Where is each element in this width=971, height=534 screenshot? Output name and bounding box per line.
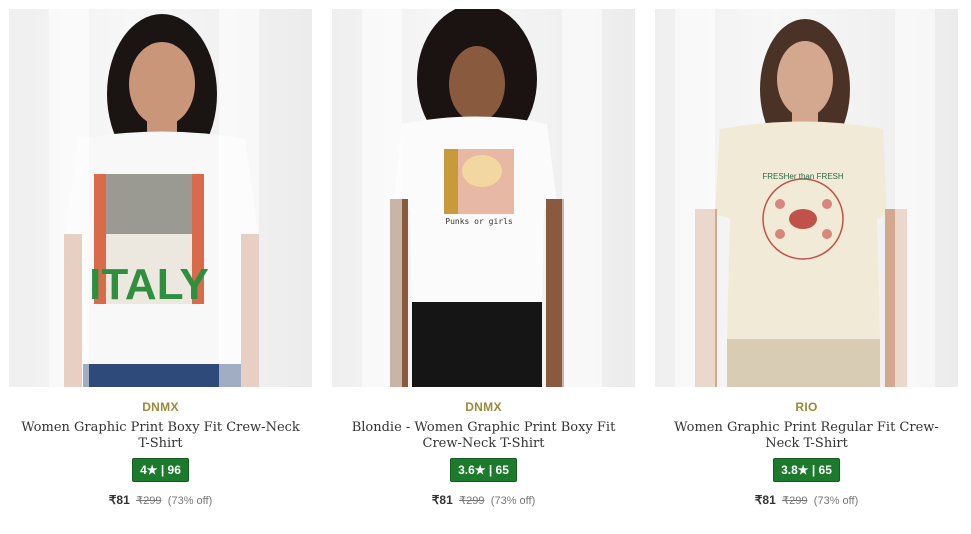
- product-card[interactable]: ITALY DNMX Women Graphic Print Boxy Fit …: [9, 9, 312, 507]
- product-title[interactable]: Women Graphic Print Boxy Fit Crew-Neck T…: [9, 420, 312, 452]
- product-card[interactable]: Punks or girls DNMX Blondie - Women Grap…: [332, 9, 635, 507]
- rating-badge: 4★ | 96: [132, 458, 189, 482]
- background-light: [219, 9, 259, 387]
- rating-badge: 3.6★ | 65: [450, 458, 517, 482]
- brand-name[interactable]: DNMX: [9, 400, 312, 414]
- product-title[interactable]: Blondie - Women Graphic Print Boxy Fit C…: [332, 420, 635, 452]
- product-title[interactable]: Women Graphic Print Regular Fit Crew-Nec…: [655, 420, 958, 452]
- original-price: ₹299: [459, 495, 485, 507]
- price-row: ₹81 ₹299 (73% off): [332, 493, 635, 507]
- discount: (73% off): [167, 495, 213, 507]
- price-row: ₹81 ₹299 (73% off): [9, 493, 312, 507]
- product-image[interactable]: Punks or girls: [332, 9, 635, 387]
- print-text: Punks or girls: [445, 217, 513, 226]
- discount: (73% off): [813, 495, 859, 507]
- rating-badge: 3.8★ | 65: [773, 458, 840, 482]
- sale-price: ₹81: [108, 493, 130, 507]
- sale-price: ₹81: [754, 493, 776, 507]
- original-price: ₹299: [782, 495, 808, 507]
- original-price: ₹299: [136, 495, 162, 507]
- background-light: [675, 9, 715, 387]
- background-light: [895, 9, 935, 387]
- product-image[interactable]: FRESHer than FRESH: [655, 9, 958, 387]
- background-light: [362, 9, 402, 387]
- product-image[interactable]: ITALY: [9, 9, 312, 387]
- brand-name[interactable]: DNMX: [332, 400, 635, 414]
- sale-price: ₹81: [431, 493, 453, 507]
- product-card[interactable]: FRESHer than FRESH RIO Women Graphic Pri…: [655, 9, 958, 507]
- discount: (73% off): [490, 495, 536, 507]
- brand-name[interactable]: RIO: [655, 400, 958, 414]
- print-text: ITALY: [89, 260, 209, 309]
- background-light: [562, 9, 602, 387]
- print-text: FRESHer than FRESH: [762, 172, 844, 181]
- background-light: [49, 9, 89, 387]
- product-grid: ITALY DNMX Women Graphic Print Boxy Fit …: [0, 0, 971, 534]
- price-row: ₹81 ₹299 (73% off): [655, 493, 958, 507]
